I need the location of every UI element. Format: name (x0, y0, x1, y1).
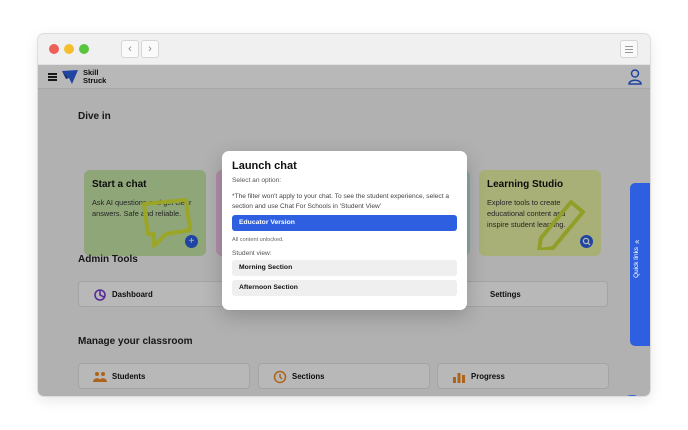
educator-version-option[interactable]: Educator Version (232, 215, 457, 231)
forward-button[interactable]: › (141, 40, 159, 58)
browser-chrome: ‹ › (38, 34, 650, 65)
modal-note: *The filter won't apply to your chat. To… (232, 193, 450, 210)
unlocked-text: All content unlocked. (232, 237, 284, 243)
launch-chat-modal: Launch chat Select an option: *The filte… (222, 151, 467, 310)
close-window-button[interactable] (49, 44, 59, 54)
chat-bubble-icon (619, 395, 645, 396)
minimize-window-button[interactable] (64, 44, 74, 54)
modal-title: Launch chat (232, 160, 297, 172)
chevrons-left-icon: « (635, 237, 640, 246)
quick-links-label: Quick links (633, 247, 640, 278)
afternoon-section-option[interactable]: Afternoon Section (232, 280, 457, 296)
student-view-label: Student view: (232, 250, 272, 257)
morning-section-option[interactable]: Morning Section (232, 260, 457, 276)
back-button[interactable]: ‹ (121, 40, 139, 58)
quick-links-tab[interactable]: « Quick links (630, 183, 650, 346)
chat-support-button[interactable] (619, 395, 645, 396)
browser-settings-icon[interactable] (620, 40, 638, 58)
maximize-window-button[interactable] (79, 44, 89, 54)
modal-subtitle: Select an option: (232, 177, 282, 184)
